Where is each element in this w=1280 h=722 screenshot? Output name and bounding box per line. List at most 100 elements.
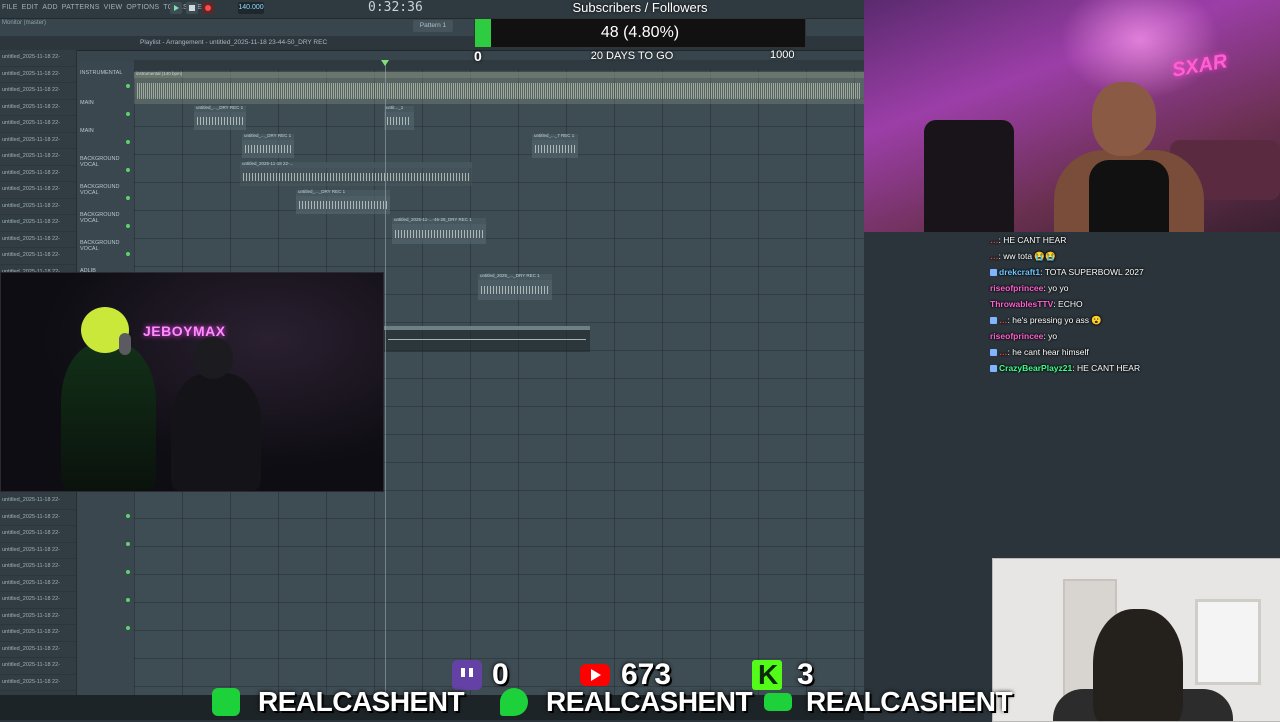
- browser-file-item[interactable]: untitled_2025-11-18 22-: [0, 510, 76, 526]
- tempo-display[interactable]: 140.000: [238, 2, 264, 14]
- time-display: 0:32:36: [368, 0, 423, 15]
- browser-file-item[interactable]: untitled_2025-11-18 22-: [0, 215, 76, 232]
- menu-edit[interactable]: EDIT: [20, 0, 41, 11]
- handle-text: REALCASHENT: [546, 686, 753, 717]
- pattern-selector[interactable]: Pattern 1: [413, 20, 453, 32]
- waveform: [395, 230, 483, 238]
- waveform: [245, 145, 291, 153]
- menu-options[interactable]: OPTIONS: [124, 0, 161, 11]
- audio-clip[interactable]: untitled_2025-11-18 22-...: [240, 161, 472, 186]
- head: [193, 337, 233, 379]
- menu-add[interactable]: ADD: [40, 0, 59, 11]
- track-active-dot[interactable]: [126, 570, 130, 574]
- streamer-head: [1092, 82, 1156, 156]
- handle-text: REALCASHENT: [258, 686, 465, 717]
- browser-file-item[interactable]: untitled_2025-11-18 22-: [0, 248, 76, 265]
- browser-file-item[interactable]: untitled_2025-11-18 22-: [0, 625, 76, 642]
- chat-overlay: …: HE CANT HEAR…: ww tota 😭😭 drekcraft1: …: [990, 232, 1280, 376]
- clip-label: untitled_2025_..._DRY REC 1: [480, 273, 540, 278]
- browser-file-item[interactable]: untitled_2025-11-18 22-: [0, 675, 76, 691]
- browser-file-item[interactable]: untitled_2025-11-18 22-: [0, 543, 76, 559]
- audio-clip[interactable]: untitled_..._DRY REC 1: [242, 133, 294, 158]
- track-bg-vocal-1[interactable]: BACKGROUND VOCAL: [80, 156, 134, 168]
- browser-file-item[interactable]: untitled_2025-11-18 22-: [0, 232, 76, 248]
- automation-clip[interactable]: [384, 326, 590, 352]
- window: [1195, 599, 1261, 685]
- audio-clip[interactable]: untitled_..._DRY REC 1: [296, 189, 390, 214]
- browser-file-item[interactable]: untitled_2025-11-18 22-: [0, 576, 76, 592]
- browser-file-item[interactable]: untitled_2025-11-18 22-: [0, 149, 76, 166]
- chat-username[interactable]: riseofprincee: [990, 283, 1043, 293]
- twitch-icon: [212, 688, 240, 716]
- guest-webcam: [992, 558, 1280, 722]
- browser-file-item[interactable]: untitled_2025-11-18 22-: [0, 642, 76, 658]
- record-button[interactable]: [202, 2, 214, 14]
- browser-file-item[interactable]: untitled_2025-11-18 22-: [0, 133, 76, 149]
- track-active-dot[interactable]: [126, 514, 130, 518]
- chat-username[interactable]: drekcraft1: [999, 267, 1040, 277]
- browser-file-item[interactable]: untitled_2025-11-18 22-: [0, 592, 76, 609]
- track-bg-vocal-2[interactable]: BACKGROUND VOCAL: [80, 184, 134, 196]
- goal-max: 1000: [770, 49, 795, 61]
- track-bg-vocal-4[interactable]: BACKGROUND VOCAL: [80, 240, 134, 252]
- track-active-dot[interactable]: [126, 626, 130, 630]
- goal-progress-bar: 48 (4.80%): [474, 18, 806, 48]
- audio-clip-instrumental[interactable]: instrumental (140 bpm): [134, 71, 864, 104]
- browser-file-item[interactable]: untitled_2025-11-18 22-: [0, 50, 76, 67]
- browser-file-item[interactable]: untitled_2025-11-18 22-: [0, 116, 76, 133]
- waveform: [387, 117, 411, 125]
- track-main-1[interactable]: MAIN: [80, 100, 94, 106]
- browser-file-item[interactable]: untitled_2025-11-18 22-: [0, 67, 76, 83]
- chat-text: ECHO: [1058, 299, 1083, 309]
- chat-text: yo yo: [1048, 283, 1069, 293]
- browser-file-item[interactable]: untitled_2025-11-18 22-: [0, 166, 76, 182]
- chat-text: yo: [1048, 331, 1058, 341]
- track-active-dot[interactable]: [126, 140, 130, 144]
- browser-file-item[interactable]: untitled_2025-11-18 22-: [0, 493, 76, 510]
- monitor-label: Monitor (master): [2, 20, 47, 26]
- handle-text: REALCASHENT: [806, 686, 1013, 717]
- browser-file-item[interactable]: untitled_2025-11-18 22-: [0, 182, 76, 199]
- stop-button[interactable]: [186, 2, 198, 14]
- browser-file-item[interactable]: untitled_2025-11-18 22-: [0, 83, 76, 100]
- menu-view[interactable]: VIEW: [102, 0, 125, 11]
- playlist-title: Playlist - Arrangement - untitled_2025-1…: [140, 39, 328, 46]
- track-active-dot[interactable]: [126, 112, 130, 116]
- track-active-dot[interactable]: [126, 196, 130, 200]
- artist-green: [61, 307, 156, 491]
- browser-file-item[interactable]: untitled_2025-11-18 22-: [0, 100, 76, 116]
- play-button[interactable]: [170, 2, 182, 14]
- clip-label: untitled_..._DRY REC 1: [298, 189, 346, 194]
- playhead-line[interactable]: [385, 60, 386, 720]
- track-active-dot[interactable]: [126, 598, 130, 602]
- menu-patterns[interactable]: PATTERNS: [60, 0, 102, 11]
- chat-username[interactable]: CrazyBearPlayz21: [999, 363, 1072, 373]
- track-active-dot[interactable]: [126, 252, 130, 256]
- audio-clip[interactable]: untitled_2025_..._DRY REC 1: [478, 273, 552, 300]
- artist-dark: [171, 337, 261, 491]
- track-active-dot[interactable]: [126, 542, 130, 546]
- audio-clip[interactable]: untitled_2025-11-...-46-28_DRY REC 1: [392, 217, 486, 244]
- chat-username[interactable]: …: [999, 347, 1008, 357]
- chat-username[interactable]: …: [999, 315, 1008, 325]
- browser-file-item[interactable]: untitled_2025-11-18 22-: [0, 199, 76, 215]
- audio-clip[interactable]: untitled_..._DRY REC 1: [194, 105, 246, 130]
- chat-username[interactable]: ThrowablesTTV: [990, 299, 1053, 309]
- browser-file-item[interactable]: untitled_2025-11-18 22-: [0, 658, 76, 675]
- browser-file-item[interactable]: untitled_2025-11-18 22-: [0, 526, 76, 543]
- track-active-dot[interactable]: [126, 168, 130, 172]
- chat-username[interactable]: …: [990, 235, 999, 245]
- track-main-2[interactable]: MAIN: [80, 128, 94, 134]
- track-instrumental[interactable]: INSTRUMENTAL: [80, 70, 122, 76]
- browser-file-item[interactable]: untitled_2025-11-18 22-: [0, 609, 76, 625]
- chat-username[interactable]: …: [990, 251, 999, 261]
- audio-clip[interactable]: untitled_..._7 REC 1: [532, 133, 578, 158]
- audio-clip[interactable]: untit..._1: [384, 105, 414, 130]
- track-active-dot[interactable]: [126, 224, 130, 228]
- track-active-dot[interactable]: [126, 84, 130, 88]
- track-bg-vocal-3[interactable]: BACKGROUND VOCAL: [80, 212, 134, 224]
- menu-file[interactable]: FILE: [0, 0, 20, 11]
- browser-file-item[interactable]: untitled_2025-11-18 22-: [0, 559, 76, 576]
- chat-username[interactable]: riseofprincee: [990, 331, 1043, 341]
- playhead-marker[interactable]: [381, 60, 389, 66]
